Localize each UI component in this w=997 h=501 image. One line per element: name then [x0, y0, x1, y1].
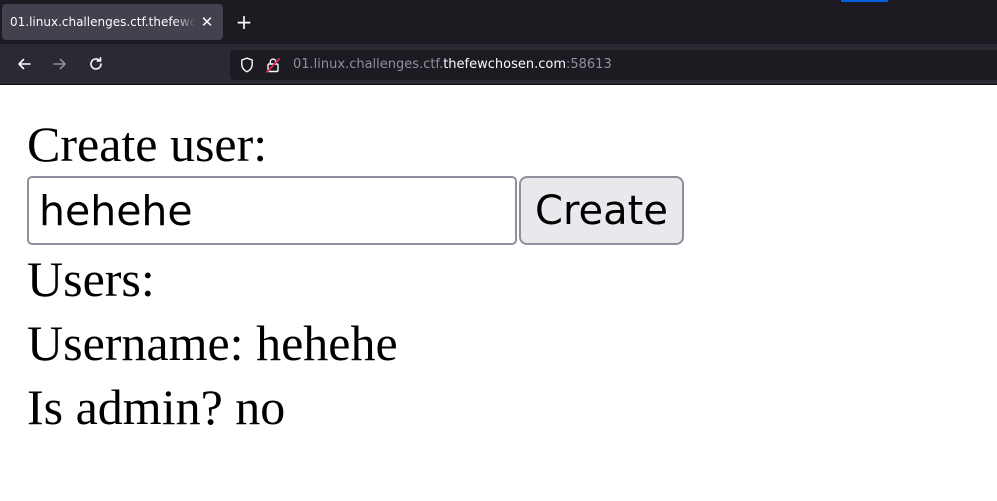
tab-title: 01.linux.challenges.ctf.thefewchosen.com… [10, 15, 196, 29]
forward-button[interactable] [49, 53, 71, 75]
url-host: thefewchosen.com [443, 57, 566, 72]
create-user-heading: Create user: [27, 116, 268, 172]
new-tab-button[interactable]: + [234, 11, 254, 33]
navigation-toolbar: 01.linux.challenges.ctf.thefewchosen.com… [0, 44, 997, 85]
browser-tab-strip: 01.linux.challenges.ctf.thefewchosen.com… [0, 0, 997, 44]
username-label: Username: [27, 315, 244, 371]
address-bar[interactable]: 01.linux.challenges.ctf.thefewchosen.com… [230, 50, 997, 80]
accent-indicator [841, 0, 888, 2]
back-button[interactable] [13, 53, 35, 75]
reload-button[interactable] [85, 53, 107, 75]
admin-label: Is admin? [27, 379, 223, 435]
reload-icon [90, 57, 102, 70]
arrow-left-icon [18, 58, 31, 70]
insecure-lock-icon[interactable] [265, 57, 281, 73]
url-prefix: 01.linux.challenges.ctf. [293, 57, 444, 72]
admin-value: no [235, 379, 286, 435]
user-admin-row: Is admin? no [27, 382, 285, 432]
users-heading: Users: [27, 251, 155, 307]
username-value: hehehe [256, 315, 398, 371]
create-button[interactable]: Create [519, 176, 684, 245]
url-text[interactable]: 01.linux.challenges.ctf.thefewchosen.com… [293, 57, 612, 73]
url-port: :58613 [565, 57, 612, 72]
browser-tab-active[interactable]: 01.linux.challenges.ctf.thefewchosen.com… [2, 4, 223, 40]
page-content: Create user: Create Users: Username: heh… [0, 86, 997, 501]
user-username-row: Username: hehehe [27, 318, 398, 368]
arrow-right-icon [53, 58, 66, 70]
close-tab-icon[interactable]: ✕ [200, 13, 214, 31]
username-input[interactable] [27, 176, 517, 245]
tracking-protection-shield-icon[interactable] [239, 57, 255, 73]
